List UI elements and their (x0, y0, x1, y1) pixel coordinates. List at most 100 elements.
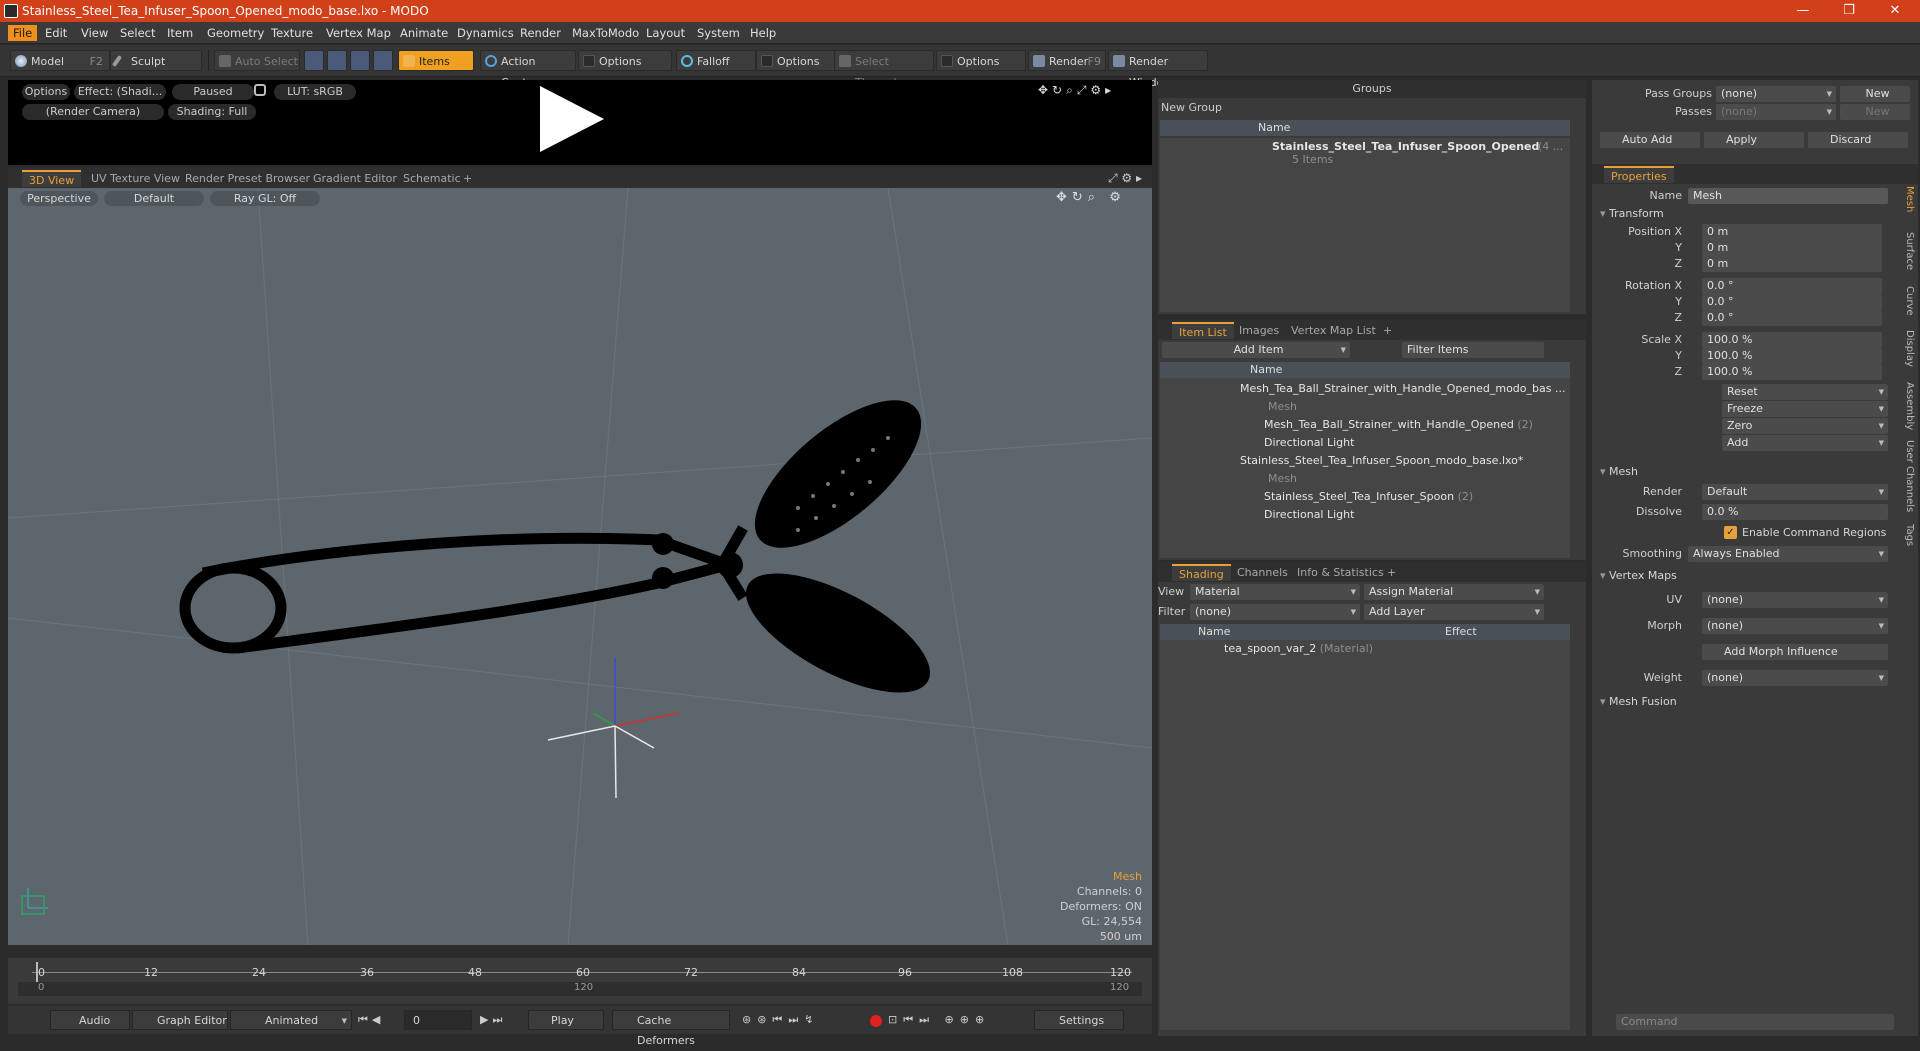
items-mode-button[interactable]: Items (398, 50, 474, 71)
tab-render-preset-browser[interactable]: Render Preset Browser (178, 170, 317, 187)
vertices-mode-button[interactable] (304, 50, 324, 71)
list-item[interactable]: Stainless_Steel_Tea_Infuser_Spoon_modo_b… (1240, 452, 1523, 470)
weight-dropdown[interactable]: (none) (1702, 670, 1888, 686)
morph-dropdown[interactable]: (none) (1702, 618, 1888, 634)
menu-animate[interactable]: Animate (395, 25, 453, 41)
close-button[interactable]: ✕ (1872, 0, 1918, 22)
add-layer-dropdown[interactable]: Add Layer (1364, 604, 1544, 620)
menu-vertex-map[interactable]: Vertex Map (321, 25, 396, 41)
position-x-field[interactable]: 0 m (1702, 224, 1882, 240)
falloff-button[interactable]: Falloff (676, 50, 756, 71)
tab-3d-view[interactable]: 3D View (22, 170, 82, 187)
record-icon[interactable] (870, 1015, 882, 1027)
side-tab-surface[interactable]: Surface (1897, 232, 1915, 270)
list-item[interactable]: Directional Light (1264, 506, 1354, 524)
menu-dynamics[interactable]: Dynamics (452, 25, 519, 41)
tab-uv-texture-view[interactable]: UV Texture View (84, 170, 187, 187)
passes-dropdown[interactable]: (none) (1716, 104, 1836, 120)
add-dropdown[interactable]: Add (1722, 435, 1888, 451)
viewport-expand-icon[interactable]: ⤢ ⚙ ▸ (1108, 171, 1142, 186)
edges-mode-button[interactable] (327, 50, 347, 71)
tab-images[interactable]: Images (1232, 322, 1286, 339)
render-dropdown[interactable]: Default (1702, 484, 1888, 500)
animated-dropdown[interactable]: Animated (230, 1010, 352, 1031)
new-pass-group-button[interactable]: New (1840, 86, 1910, 102)
list-item[interactable]: Mesh_Tea_Ball_Strainer_with_Handle_Opene… (1264, 416, 1533, 434)
action-center-options-button[interactable]: Options (578, 50, 672, 71)
add-morph-influence-button[interactable]: Add Morph Influence (1702, 644, 1888, 660)
timeline[interactable]: 0 12 24 36 48 60 72 84 96 108 120 0 120 … (8, 958, 1152, 1004)
scale-x-field[interactable]: 100.0 % (1702, 332, 1882, 348)
list-item[interactable]: Directional Light (1264, 434, 1354, 452)
freeze-dropdown[interactable]: Freeze (1722, 401, 1888, 417)
mesh-section[interactable]: Mesh (1600, 464, 1638, 480)
side-tab-display[interactable]: Display (1897, 330, 1915, 367)
assign-material-dropdown[interactable]: Assign Material (1364, 584, 1544, 600)
preview-lut-dropdown[interactable]: LUT: sRGB (274, 84, 356, 100)
auto-select-button[interactable]: Auto Select (214, 50, 300, 71)
add-item-dropdown[interactable]: Add Item (1162, 342, 1350, 358)
render-button[interactable]: Render F9 (1028, 50, 1106, 71)
side-tab-assembly[interactable]: Assembly (1897, 382, 1915, 430)
list-item[interactable]: Stainless_Steel_Tea_Infuser_Spoon (2) (1264, 488, 1473, 506)
list-item[interactable]: Mesh_Tea_Ball_Strainer_with_Handle_Opene… (1240, 380, 1565, 398)
action-center-button[interactable]: Action Center (480, 50, 576, 89)
material-row[interactable]: tea_spoon_var_2 (Material) (1224, 640, 1373, 658)
play-icon[interactable] (540, 86, 604, 152)
zero-dropdown[interactable]: Zero (1722, 418, 1888, 434)
new-group-button[interactable]: New Group (1161, 101, 1222, 114)
add-tab-button[interactable]: + (456, 170, 479, 187)
mesh-fusion-section[interactable]: Mesh Fusion (1600, 694, 1677, 710)
vertex-maps-section[interactable]: Vertex Maps (1600, 568, 1677, 584)
shading-filter-dropdown[interactable]: (none) (1190, 604, 1360, 620)
preview-nav-icons[interactable]: ✥↻⌕⤢⚙▸ (1038, 83, 1115, 98)
tab-shading[interactable]: Shading (1172, 564, 1231, 581)
uv-dropdown[interactable]: (none) (1702, 592, 1888, 608)
step-forward-icons[interactable]: ▶⏭ (480, 1013, 506, 1027)
transform-section[interactable]: Transform (1600, 206, 1664, 222)
raygl-dropdown[interactable]: Ray GL: Off (210, 191, 320, 206)
list-item[interactable]: Mesh (1268, 398, 1297, 416)
menu-geometry[interactable]: Geometry (202, 25, 269, 41)
cache-deformers-button[interactable]: Cache Deformers (612, 1010, 730, 1047)
menu-file[interactable]: File (8, 25, 38, 41)
projection-dropdown[interactable]: Perspective (20, 191, 98, 206)
range-bar[interactable]: 0 120 120 (18, 982, 1142, 996)
polygons-mode-button[interactable] (350, 50, 370, 71)
tab-gradient-editor[interactable]: Gradient Editor (306, 170, 404, 187)
rotation-x-field[interactable]: 0.0 ° (1702, 278, 1882, 294)
view-style-dropdown[interactable]: Default (104, 191, 204, 206)
key-nav-icons[interactable]: ⊡⏮⏭ ⊕⊕⊕ (888, 1013, 990, 1027)
command-input[interactable]: Command (1616, 1014, 1894, 1030)
side-tab-tags[interactable]: Tags (1897, 524, 1915, 546)
item-name-field[interactable]: Mesh (1688, 188, 1888, 204)
minimize-button[interactable]: — (1780, 0, 1826, 22)
menu-system[interactable]: System (692, 25, 745, 41)
preview-options-button[interactable]: Options (22, 84, 70, 100)
3d-viewport[interactable]: Perspective Default Ray GL: Off ✥↻⌕ ⚙ Me… (8, 188, 1152, 945)
tab-channels[interactable]: Channels (1230, 564, 1295, 581)
settings-button[interactable]: Settings (1034, 1010, 1124, 1030)
step-back-icons[interactable]: ⏮◀ (358, 1013, 384, 1027)
falloff-options-button[interactable]: Options (756, 50, 836, 71)
tab-item-list[interactable]: Item List (1172, 322, 1234, 339)
shading-view-dropdown[interactable]: Material (1190, 584, 1360, 600)
tab-properties[interactable]: Properties (1604, 166, 1674, 183)
position-z-field[interactable]: 0 m (1702, 256, 1882, 272)
model-mode-button[interactable]: Model F2 (10, 50, 110, 71)
enable-command-regions-checkbox[interactable]: ✓ (1724, 526, 1737, 539)
menu-help[interactable]: Help (745, 25, 781, 41)
discard-button[interactable]: Discard (1808, 132, 1908, 148)
menu-render[interactable]: Render (515, 25, 566, 41)
preview-effect-dropdown[interactable]: Effect: (Shadi... (74, 84, 166, 100)
select-through-options-button[interactable]: Options (936, 50, 1026, 71)
add-tab-button[interactable]: + (1380, 564, 1403, 581)
position-y-field[interactable]: 0 m (1702, 240, 1882, 256)
dissolve-field[interactable]: 0.0 % (1702, 504, 1888, 520)
preview-paused-button[interactable]: Paused (172, 84, 254, 100)
menu-maxtomodo[interactable]: MaxToModo (567, 25, 644, 41)
apply-button[interactable]: Apply (1704, 132, 1804, 148)
materials-mode-button[interactable] (373, 50, 393, 71)
menu-texture[interactable]: Texture (266, 25, 318, 41)
pass-groups-dropdown[interactable]: (none) (1716, 86, 1836, 102)
